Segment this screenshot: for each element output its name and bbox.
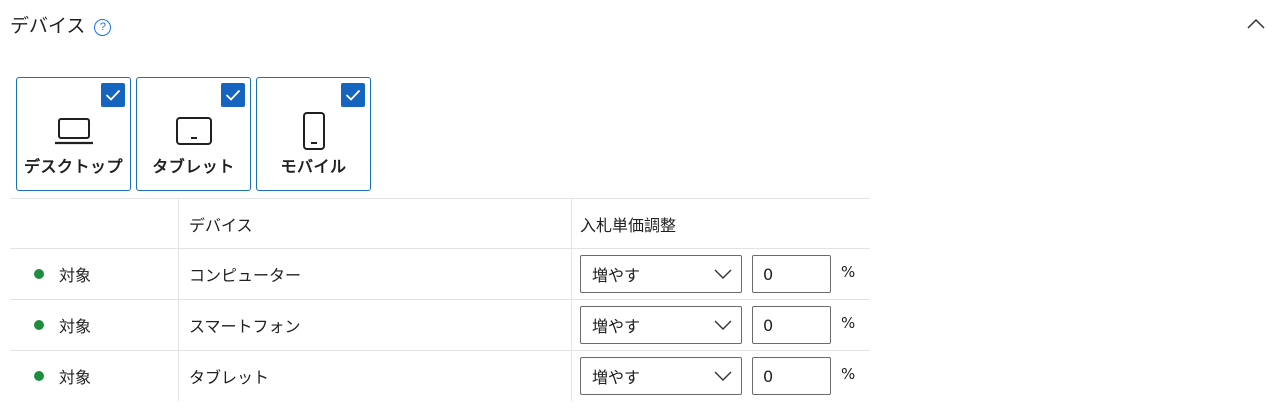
chevron-down-icon: [714, 320, 732, 330]
table-header-row: デバイス 入札単価調整: [10, 198, 870, 248]
device-targeting-panel: デバイス ? デスクトップ タブレット モバイル デバイス 入札単価調整 対象 …: [0, 0, 1276, 417]
section-header: デバイス ?: [10, 13, 112, 39]
help-icon[interactable]: ?: [94, 18, 112, 36]
column-header-device: デバイス: [178, 199, 571, 248]
status-dot-icon: [34, 269, 44, 279]
adjustment-select-value: 増やす: [592, 368, 641, 387]
chevron-down-icon: [714, 371, 732, 381]
section-title: デバイス: [10, 15, 86, 37]
status-cell: 対象: [10, 249, 178, 299]
status-dot-icon: [34, 320, 44, 330]
device-name: スマートフォン: [178, 300, 571, 350]
table-row: 対象 コンピューター 増やす 0 %: [10, 248, 870, 299]
chevron-down-icon: [714, 269, 732, 279]
adjustment-select[interactable]: 増やす: [580, 306, 742, 344]
adjustment-cell: 増やす 0 %: [571, 249, 870, 299]
column-header-status: [10, 199, 178, 248]
percent-input[interactable]: 0: [752, 306, 831, 344]
percent-unit: %: [841, 314, 856, 332]
adjustment-select-value: 増やす: [592, 317, 641, 336]
percent-unit: %: [841, 365, 856, 383]
device-card-label: デスクトップ: [23, 157, 123, 176]
status-label: 対象: [59, 266, 92, 285]
table-row: 対象 タブレット 増やす 0 %: [10, 350, 870, 401]
device-card-mobile[interactable]: モバイル: [256, 77, 371, 191]
status-cell: 対象: [10, 351, 178, 401]
bid-adjustment-table: デバイス 入札単価調整 対象 コンピューター 増やす 0 % 対象 スマートフォ…: [10, 198, 870, 401]
adjustment-select[interactable]: 増やす: [580, 357, 742, 395]
column-header-bid-adjustment: 入札単価調整: [571, 199, 870, 248]
device-card-tablet[interactable]: タブレット: [136, 77, 251, 191]
percent-input[interactable]: 0: [752, 357, 831, 395]
status-label: 対象: [59, 368, 92, 387]
device-card-desktop[interactable]: デスクトップ: [16, 77, 131, 191]
status-dot-icon: [34, 371, 44, 381]
adjustment-select-value: 増やす: [592, 266, 641, 285]
adjustment-cell: 増やす 0 %: [571, 351, 870, 401]
mobile-phone-icon: [257, 112, 370, 150]
checkbox-checked-icon[interactable]: [221, 83, 245, 107]
checkbox-checked-icon[interactable]: [341, 83, 365, 107]
percent-unit: %: [841, 263, 856, 281]
table-row: 対象 スマートフォン 増やす 0 %: [10, 299, 870, 350]
collapse-button[interactable]: [1242, 12, 1270, 36]
device-card-label: モバイル: [280, 157, 347, 176]
device-name: タブレット: [178, 351, 571, 401]
status-label: 対象: [59, 317, 92, 336]
checkbox-checked-icon[interactable]: [101, 83, 125, 107]
device-card-label: タブレット: [152, 157, 235, 176]
percent-input[interactable]: 0: [752, 255, 831, 293]
laptop-icon: [17, 113, 130, 149]
adjustment-cell: 増やす 0 %: [571, 300, 870, 350]
status-cell: 対象: [10, 300, 178, 350]
device-name: コンピューター: [178, 249, 571, 299]
chevron-up-icon: [1247, 19, 1265, 29]
tablet-icon: [137, 113, 250, 149]
adjustment-select[interactable]: 増やす: [580, 255, 742, 293]
